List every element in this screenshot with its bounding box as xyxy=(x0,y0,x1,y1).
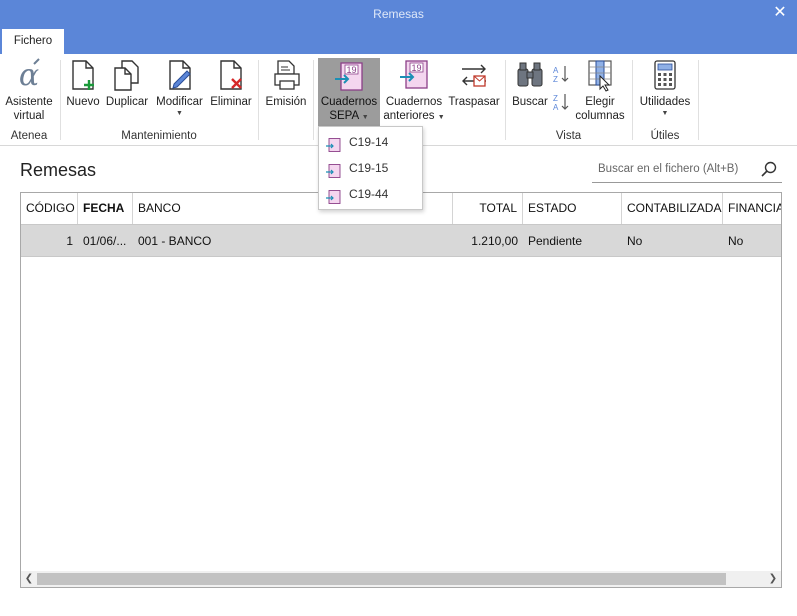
remesas-grid: CÓDIGO FECHA BANCO TOTAL ESTADO CONTABIL… xyxy=(20,192,782,588)
elegir-label-2: columnas xyxy=(575,110,625,122)
duplicar-label: Duplicar xyxy=(105,96,149,108)
sort-az-icon: A Z xyxy=(552,64,570,88)
group-label-utiles: Útiles xyxy=(650,130,680,142)
dropdown-item-label: C19-14 xyxy=(349,135,389,149)
ribbon-separator xyxy=(632,60,633,140)
cell-fecha: 01/06/... xyxy=(83,234,127,248)
duplicar-button[interactable]: Duplicar xyxy=(104,58,150,109)
cuadernos-anteriores-button[interactable]: 19 Cuadernos anteriores ▼ xyxy=(383,58,445,125)
ribbon-tab-bar: Fichero xyxy=(0,29,797,54)
cuadernos-sepa-caret: ▼ xyxy=(361,114,369,121)
elegir-label-1: Elegir xyxy=(585,96,615,108)
new-document-icon xyxy=(65,58,101,92)
dropdown-item-c19-44[interactable]: C19-44 xyxy=(319,181,422,207)
cuadernos-sepa-label-2: SEPA xyxy=(329,110,359,122)
emision-button[interactable]: Emisión xyxy=(263,58,309,109)
modificar-button[interactable]: Modificar ▼ xyxy=(153,58,206,119)
cell-estado: Pendiente xyxy=(528,234,583,248)
previous-notebook-icon: 19 xyxy=(383,58,445,92)
modificar-label: Modificar xyxy=(156,96,203,108)
alpha-icon: α xyxy=(3,58,55,92)
column-header-total[interactable]: TOTAL xyxy=(453,193,523,224)
sepa-icon-badge: 19 xyxy=(346,65,356,75)
tab-fichero[interactable]: Fichero xyxy=(2,29,64,54)
search-icon[interactable] xyxy=(760,160,778,181)
asistente-label-1: Asistente xyxy=(5,96,53,108)
cell-codigo: 1 xyxy=(66,234,73,248)
ribbon-separator xyxy=(698,60,699,140)
cuadernos-anteriores-caret: ▼ xyxy=(437,114,445,121)
sort-button[interactable]: A Z Z A xyxy=(552,64,570,116)
scroll-right-icon[interactable]: ❯ xyxy=(765,571,781,587)
scroll-left-icon[interactable]: ❮ xyxy=(21,571,37,587)
nuevo-label: Nuevo xyxy=(66,96,100,108)
cuadernos-sepa-button[interactable]: 19 Cuadernos SEPA ▼ xyxy=(318,58,380,126)
utilidades-label: Utilidades xyxy=(639,96,691,108)
anteriores-icon-badge: 19 xyxy=(411,63,421,73)
cuadernos-sepa-dropdown: C19-14 C19-15 C19-44 xyxy=(318,126,423,210)
ribbon-separator xyxy=(313,60,314,140)
cell-total: 1.210,00 xyxy=(471,234,518,248)
close-icon[interactable]: ✕ xyxy=(771,3,789,23)
search-box xyxy=(592,157,782,183)
group-label-vista: Vista xyxy=(555,130,582,142)
modificar-dropdown-caret: ▼ xyxy=(176,110,183,117)
svg-text:Z: Z xyxy=(553,75,558,84)
dropdown-item-label: C19-44 xyxy=(349,187,389,201)
dropdown-item-c19-14[interactable]: C19-14 xyxy=(319,129,422,155)
ribbon-separator xyxy=(505,60,506,140)
utilidades-dropdown-caret: ▼ xyxy=(661,110,669,117)
asistente-label-2: virtual xyxy=(13,110,45,122)
cell-financia: No xyxy=(728,234,744,248)
cell-contabilizada: No xyxy=(627,234,643,248)
search-input[interactable] xyxy=(592,157,752,181)
buscar-button[interactable]: Buscar xyxy=(510,58,550,109)
page-title: Remesas xyxy=(20,160,97,180)
column-header-codigo[interactable]: CÓDIGO xyxy=(21,193,78,224)
svg-text:A: A xyxy=(553,66,559,75)
columns-icon xyxy=(573,58,627,92)
nuevo-button[interactable]: Nuevo xyxy=(65,58,101,109)
elegir-columnas-button[interactable]: Elegir columnas xyxy=(573,58,627,123)
duplicate-icon xyxy=(104,58,150,92)
scrollbar-thumb[interactable] xyxy=(37,573,726,585)
cuadernos-sepa-label-1: Cuadernos xyxy=(320,96,378,108)
horizontal-scrollbar[interactable]: ❮ ❯ xyxy=(21,571,781,587)
column-header-estado[interactable]: ESTADO xyxy=(523,193,622,224)
traspasar-label: Traspasar xyxy=(448,96,500,108)
buscar-label: Buscar xyxy=(512,96,548,108)
asistente-virtual-button[interactable]: α Asistente virtual xyxy=(3,58,55,123)
printer-icon xyxy=(263,58,309,92)
group-label-mantenimiento: Mantenimiento xyxy=(121,130,197,142)
column-header-fecha[interactable]: FECHA xyxy=(78,193,133,224)
eliminar-label: Eliminar xyxy=(210,96,252,108)
column-header-financia[interactable]: FINANCIA xyxy=(723,193,781,224)
cell-banco: 001 - BANCO xyxy=(138,234,212,248)
dropdown-item-c19-15[interactable]: C19-15 xyxy=(319,155,422,181)
svg-text:Z: Z xyxy=(553,94,558,103)
calculator-icon xyxy=(637,58,693,92)
table-row[interactable]: 1 01/06/... 001 - BANCO 1.210,00 Pendien… xyxy=(21,225,781,257)
delete-document-icon xyxy=(209,58,253,92)
window-title: Remesas xyxy=(373,7,424,21)
cuadernos-anteriores-label-1: Cuadernos xyxy=(385,96,443,108)
title-bar: Remesas ✕ xyxy=(0,0,797,29)
svg-text:A: A xyxy=(553,103,559,112)
transfer-icon xyxy=(448,58,500,92)
sepa-notebook-icon: 19 xyxy=(318,62,380,92)
ribbon-separator xyxy=(60,60,61,140)
sepa-file-icon xyxy=(325,187,341,213)
emision-label: Emisión xyxy=(265,96,307,108)
cuadernos-anteriores-label-2: anteriores xyxy=(383,110,435,122)
utilidades-button[interactable]: Utilidades ▼ xyxy=(637,58,693,119)
group-label-atenea: Atenea xyxy=(10,130,48,142)
binoculars-icon xyxy=(510,58,550,92)
dropdown-item-label: C19-15 xyxy=(349,161,389,175)
traspasar-button[interactable]: Traspasar xyxy=(448,58,500,109)
edit-document-icon xyxy=(153,58,206,92)
column-header-contabilizada[interactable]: CONTABILIZADA xyxy=(622,193,723,224)
ribbon-separator xyxy=(258,60,259,140)
sort-za-icon: Z A xyxy=(552,92,570,116)
eliminar-button[interactable]: Eliminar xyxy=(209,58,253,109)
